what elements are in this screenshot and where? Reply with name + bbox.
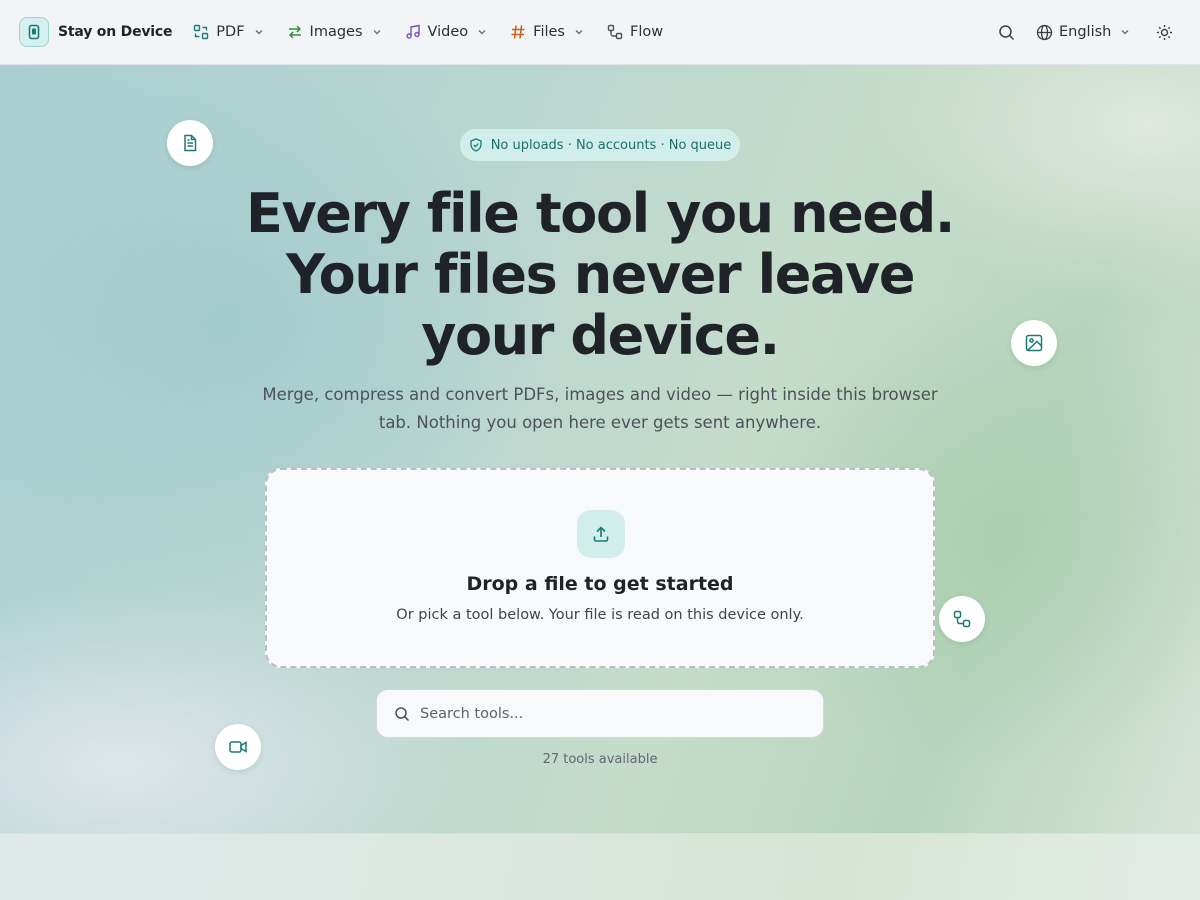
chevron-down-icon xyxy=(1119,26,1131,38)
nav-label-flow: Flow xyxy=(629,24,664,40)
brand-name: Stay on Device xyxy=(58,24,173,40)
search-icon xyxy=(394,706,410,722)
hero-headline: Every file tool you need. Your files nev… xyxy=(245,182,955,367)
nav-item-files[interactable]: Files xyxy=(503,15,592,49)
hash-icon xyxy=(510,24,526,40)
floating-document-icon xyxy=(167,120,213,166)
nav-item-flow[interactable]: Flow xyxy=(600,15,670,49)
hero-subtext: Merge, compress and convert PDFs, images… xyxy=(262,385,938,432)
search-icon xyxy=(998,24,1015,41)
language-selector[interactable]: English xyxy=(1036,15,1131,49)
shield-check-icon xyxy=(469,138,483,152)
main-nav: PDF Images Video Files Flow xyxy=(186,15,678,49)
tool-search-box[interactable] xyxy=(376,689,824,738)
nav-label-pdf: PDF xyxy=(216,24,245,40)
language-label: English xyxy=(1059,24,1112,40)
nav-item-video[interactable]: Video xyxy=(398,15,496,49)
tool-search-input[interactable] xyxy=(420,705,800,722)
nav-label-video: Video xyxy=(427,24,469,40)
nav-label-images: Images xyxy=(309,24,363,40)
globe-icon xyxy=(1036,24,1053,41)
floating-flow-icon xyxy=(939,596,985,642)
dropzone-subtitle: Or pick a tool below. Your file is read … xyxy=(396,607,804,623)
chevron-down-icon xyxy=(476,26,488,38)
chevron-down-icon xyxy=(253,26,265,38)
theme-toggle-button[interactable] xyxy=(1147,15,1181,49)
swap-arrows-icon xyxy=(287,24,303,40)
flow-nodes-icon xyxy=(607,24,623,40)
search-button[interactable] xyxy=(989,15,1023,49)
dropzone-title: Drop a file to get started xyxy=(466,573,734,595)
nav-item-pdf[interactable]: PDF xyxy=(186,15,271,49)
file-dropzone[interactable]: Drop a file to get started Or pick a too… xyxy=(265,468,935,668)
top-navbar: Stay on Device PDF Images Video Files Fl… xyxy=(0,0,1200,65)
nav-item-images[interactable]: Images xyxy=(280,15,390,49)
floating-image-icon xyxy=(1011,320,1057,366)
sun-icon xyxy=(1156,24,1173,41)
brand-link[interactable]: Stay on Device xyxy=(19,17,172,47)
hero-section: No uploads · No accounts · No queue Ever… xyxy=(0,65,1200,833)
upload-icon xyxy=(577,510,625,558)
tools-count: 27 tools available xyxy=(542,752,658,767)
device-logo-icon xyxy=(19,17,49,47)
next-section xyxy=(0,833,1200,900)
music-note-icon xyxy=(405,24,421,40)
chevron-down-icon xyxy=(573,26,585,38)
nav-label-files: Files xyxy=(533,24,565,40)
chevron-down-icon xyxy=(371,26,383,38)
pdf-convert-icon xyxy=(193,24,209,40)
privacy-badge: No uploads · No accounts · No queue xyxy=(460,129,740,161)
badge-text: No uploads · No accounts · No queue xyxy=(490,137,732,153)
